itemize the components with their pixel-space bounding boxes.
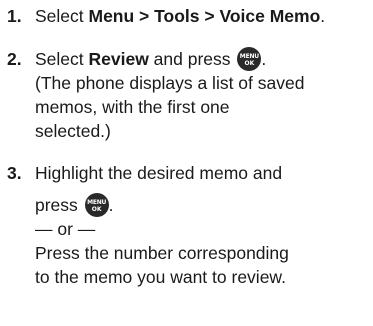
step-alt-line: Press the number corresponding xyxy=(35,243,289,263)
step-text-pre: Select xyxy=(35,49,89,69)
review-option: Review xyxy=(88,49,149,69)
step-text-mid: and press xyxy=(148,49,236,69)
step-line: press MENU OK. xyxy=(35,193,371,217)
step-number: 3. xyxy=(7,163,22,183)
step-line: Highlight the desired memo and xyxy=(35,163,283,183)
key-top-label: MENU xyxy=(239,53,259,60)
key-bottom-label: OK xyxy=(91,206,102,213)
step-text-pre: press xyxy=(35,195,83,215)
step-alt-line: to the memo you want to review. xyxy=(35,267,286,287)
step-text: Select Review and press MENU OK. (The pho… xyxy=(35,47,371,143)
key-bottom-label: OK xyxy=(244,60,255,67)
step-number: 2. xyxy=(7,49,22,69)
or-separator: — or — xyxy=(35,219,96,239)
step-note-line: memos, with the first one xyxy=(35,97,230,117)
menu-ok-key-icon: MENU OK xyxy=(237,47,262,71)
step-line: Select Menu > Tools > Voice Memo. xyxy=(35,4,371,28)
step-text-post: . xyxy=(320,6,326,26)
step-text-end: . xyxy=(261,49,267,69)
step-text: Highlight the desired memo and press MEN… xyxy=(35,161,371,289)
step-text-end: . xyxy=(108,195,114,215)
step-text: Select Menu > Tools > Voice Memo. xyxy=(35,4,371,28)
key-top-label: MENU xyxy=(87,199,107,206)
step-number: 1. xyxy=(7,6,22,26)
step-text-pre: Select xyxy=(35,6,89,26)
instruction-page: 1. Select Menu > Tools > Voice Memo. 2. … xyxy=(0,0,373,326)
menu-path: Menu > Tools > Voice Memo xyxy=(88,6,321,26)
step-note-line: (The phone displays a list of saved xyxy=(35,73,305,93)
menu-ok-key-icon: MENU OK xyxy=(84,193,109,217)
step-note-line: selected.) xyxy=(35,121,111,141)
step-line: Select Review and press MENU OK. xyxy=(35,47,371,71)
